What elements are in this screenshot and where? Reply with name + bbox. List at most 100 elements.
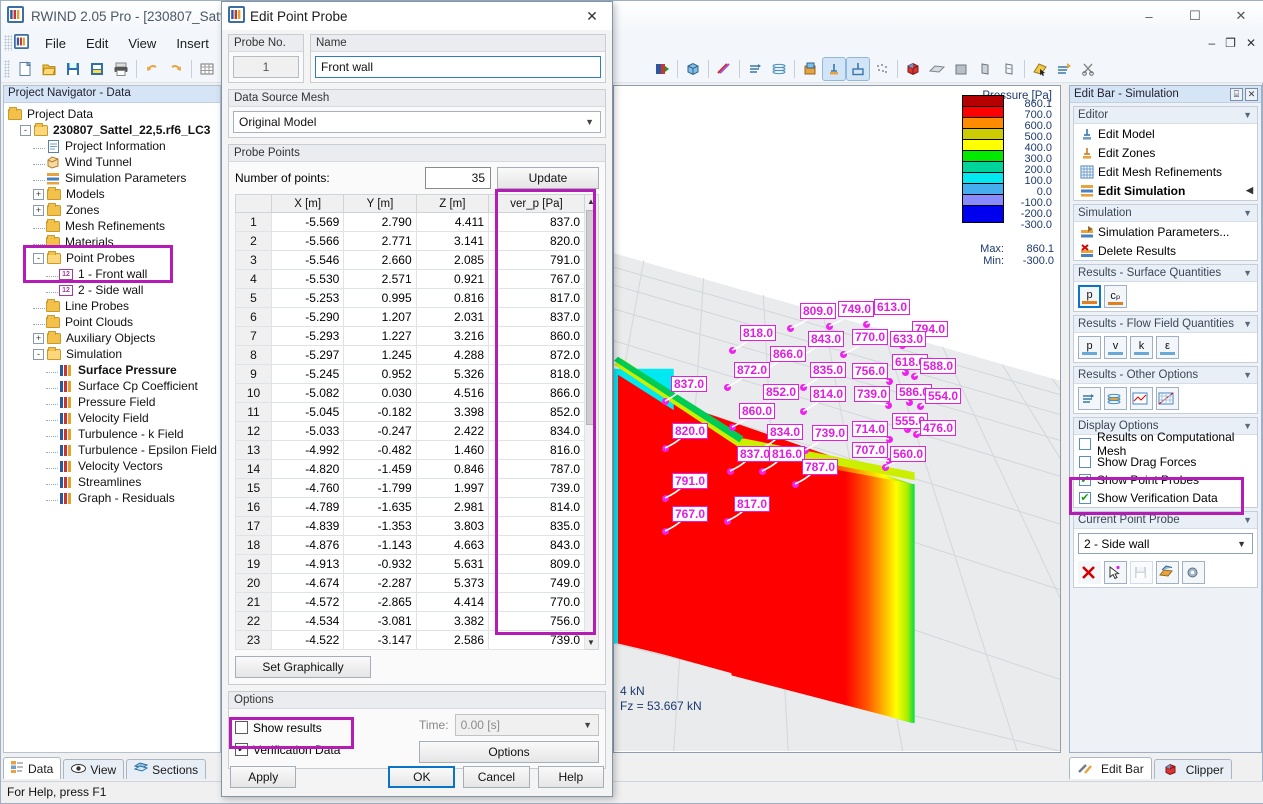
cell-value[interactable]: 866.0: [489, 384, 585, 403]
options-button[interactable]: Options: [419, 741, 599, 763]
probe-point-marker[interactable]: [729, 424, 736, 431]
section-icon[interactable]: [713, 58, 735, 80]
cell-value[interactable]: 843.0: [489, 536, 585, 555]
line-probe-icon[interactable]: [847, 58, 869, 80]
probe-points-table[interactable]: X [m]Y [m]Z [m]ver_p [Pa] 1-5.5692.7904.…: [235, 194, 585, 650]
probe-point-marker[interactable]: [913, 431, 920, 438]
cell-value[interactable]: 5.373: [416, 574, 488, 593]
scroll-down-icon[interactable]: ▼: [585, 636, 597, 649]
tree-item-project-information[interactable]: Project Information: [7, 138, 220, 154]
probe-point-marker[interactable]: [863, 321, 870, 328]
cell-value[interactable]: -0.482: [344, 441, 416, 460]
tree-item-pressure-field[interactable]: Pressure Field: [7, 394, 220, 410]
mdi-close-button[interactable]: ✕: [1244, 36, 1258, 50]
cell-value[interactable]: -1.635: [344, 498, 416, 517]
row-index[interactable]: 2: [236, 232, 272, 251]
probe-point-marker[interactable]: [662, 528, 669, 535]
cell-value[interactable]: 2.586: [416, 631, 488, 650]
table-row[interactable]: 5-5.2530.9950.816817.0: [236, 289, 585, 308]
cell-value[interactable]: 749.0: [489, 574, 585, 593]
surface-plane-icon[interactable]: [926, 58, 948, 80]
show-results-checkbox[interactable]: Show results: [235, 718, 419, 738]
row-index[interactable]: 22: [236, 612, 272, 631]
cell-value[interactable]: 739.0: [489, 631, 585, 650]
cell-value[interactable]: -5.082: [272, 384, 344, 403]
row-index[interactable]: 10: [236, 384, 272, 403]
current-point-probe-select[interactable]: 2 - Side wall▼: [1078, 533, 1253, 554]
tree-item-surface-cp-coefficient[interactable]: Surface Cp Coefficient: [7, 378, 220, 394]
row-index[interactable]: 12: [236, 422, 272, 441]
tree-item-mesh-refinements[interactable]: Mesh Refinements: [7, 218, 220, 234]
expand-icon[interactable]: +: [33, 189, 44, 200]
point-probe-icon[interactable]: [823, 58, 845, 80]
cell-value[interactable]: 0.816: [416, 289, 488, 308]
mdi-minimize-button[interactable]: –: [1206, 36, 1217, 50]
minimize-button[interactable]: –: [1126, 1, 1172, 31]
cell-value[interactable]: 852.0: [489, 403, 585, 422]
table-row[interactable]: 3-5.5462.6602.085791.0: [236, 251, 585, 270]
probe-button-select[interactable]: [1104, 561, 1127, 584]
eb-group-header[interactable]: Results - Other Options▼: [1074, 367, 1257, 384]
tree-item-project-data[interactable]: Project Data: [7, 106, 220, 122]
tree-item-materials[interactable]: Materials: [7, 234, 220, 250]
cell-value[interactable]: 2.031: [416, 308, 488, 327]
probe-point-marker[interactable]: [662, 445, 669, 452]
option-button-vectors-icon[interactable]: [1078, 387, 1101, 410]
expand-icon[interactable]: +: [33, 205, 44, 216]
cell-value[interactable]: -5.033: [272, 422, 344, 441]
probe-button-delete[interactable]: [1078, 561, 1101, 584]
tree-item-turbulence-k-field[interactable]: Turbulence - k Field: [7, 426, 220, 442]
quantity-button-p[interactable]: p: [1078, 336, 1101, 359]
cell-value[interactable]: 770.0: [489, 593, 585, 612]
cell-value[interactable]: -2.287: [344, 574, 416, 593]
streamlines-icon[interactable]: [768, 58, 790, 80]
row-index[interactable]: 1: [236, 213, 272, 232]
num-points-input[interactable]: 35: [425, 167, 491, 189]
cell-value[interactable]: 767.0: [489, 270, 585, 289]
undo-icon[interactable]: [141, 58, 163, 80]
cell-value[interactable]: 787.0: [489, 460, 585, 479]
tree-item-230807-sattel-22-5-rf6-lc3[interactable]: -230807_Sattel_22,5.rf6_LC3: [7, 122, 220, 138]
tree-item-zones[interactable]: +Zones: [7, 202, 220, 218]
cell-value[interactable]: 3.398: [416, 403, 488, 422]
editbar-tab-clipper[interactable]: Clipper: [1154, 759, 1232, 779]
cell-value[interactable]: 0.030: [344, 384, 416, 403]
cell-value[interactable]: 816.0: [489, 441, 585, 460]
cell-value[interactable]: 5.631: [416, 555, 488, 574]
cell-value[interactable]: 2.981: [416, 498, 488, 517]
tree-item-point-probes[interactable]: -Point Probes: [7, 250, 220, 266]
table-row[interactable]: 4-5.5302.5710.921767.0: [236, 270, 585, 289]
cell-value[interactable]: -5.566: [272, 232, 344, 251]
cell-value[interactable]: 4.414: [416, 593, 488, 612]
cell-value[interactable]: 820.0: [489, 232, 585, 251]
new-file-icon[interactable]: [14, 58, 36, 80]
nav-tab-sections[interactable]: Sections: [126, 759, 206, 779]
point-cloud-icon[interactable]: [871, 58, 893, 80]
cell-value[interactable]: 3.216: [416, 327, 488, 346]
eb-item-edit-model[interactable]: Edit Model: [1074, 124, 1257, 143]
cell-value[interactable]: -4.572: [272, 593, 344, 612]
probe-point-marker[interactable]: [800, 408, 807, 415]
probe-point-marker[interactable]: [729, 347, 736, 354]
cell-value[interactable]: 3.382: [416, 612, 488, 631]
cell-value[interactable]: 4.663: [416, 536, 488, 555]
table-row[interactable]: 1-5.5692.7904.411837.0: [236, 213, 585, 232]
chevron-down-icon[interactable]: ▼: [1243, 268, 1257, 278]
table-row[interactable]: 9-5.2450.9525.326818.0: [236, 365, 585, 384]
transparent-plane-icon[interactable]: [998, 58, 1020, 80]
cell-value[interactable]: -0.182: [344, 403, 416, 422]
cell-value[interactable]: -4.674: [272, 574, 344, 593]
table-row[interactable]: 2-5.5662.7713.141820.0: [236, 232, 585, 251]
probe-point-marker[interactable]: [886, 378, 893, 385]
probe-point-marker[interactable]: [911, 373, 918, 380]
dialog-close-button[interactable]: ✕: [572, 2, 612, 30]
checkbox-show-verification-data[interactable]: Show Verification Data: [1074, 489, 1257, 507]
model-cube-icon[interactable]: [902, 58, 924, 80]
probe-point-marker[interactable]: [759, 468, 766, 475]
checkbox-results-on-computational-mesh[interactable]: Results on Computational Mesh: [1074, 435, 1257, 453]
row-index[interactable]: 4: [236, 270, 272, 289]
probe-button-settings[interactable]: [1182, 561, 1205, 584]
cell-value[interactable]: 4.516: [416, 384, 488, 403]
probe-point-marker[interactable]: [724, 518, 731, 525]
cell-value[interactable]: -4.839: [272, 517, 344, 536]
